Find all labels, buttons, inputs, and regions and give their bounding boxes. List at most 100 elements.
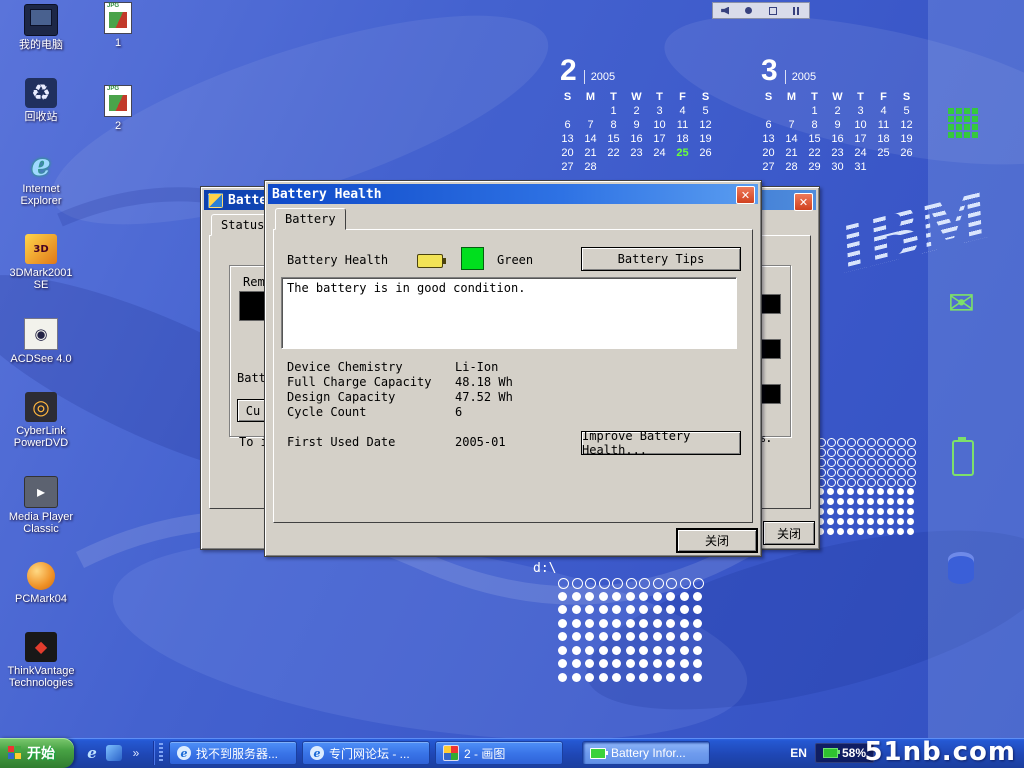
battery-tips-button[interactable]: Battery Tips [581,247,741,271]
desktop-icon-internet-explorer[interactable]: Internet Explorer [6,150,76,207]
icon-label: 1 [115,37,121,49]
dot [639,578,650,589]
dot [847,488,854,495]
dot [847,508,854,515]
dot [897,518,904,525]
dot [837,448,846,457]
dot [964,116,970,122]
dot [867,468,876,477]
close-icon[interactable]: ✕ [736,186,755,204]
calendar-day-header: T [803,91,826,105]
dot [847,468,856,477]
dot [693,592,702,601]
dot [837,518,844,525]
desktop: IBM ✉ d:\ 2 2005 SMTWTFS1234567891011121… [0,0,1024,768]
window-title: Battery Health [272,187,382,202]
desktop-icon-media-player-classic[interactable]: Media Player Classic [6,476,76,535]
desktop-icon-my-computer[interactable]: 我的电脑 [6,4,76,51]
desktop-icon-jpg-file-1[interactable]: 1 [83,2,153,49]
dot [887,478,896,487]
close-button[interactable]: 关闭 [677,529,757,552]
dot [837,478,846,487]
dot [558,605,567,614]
dot [827,488,834,495]
dot [837,508,844,515]
calendar-day: 22 [803,147,826,161]
calendar-today [757,105,780,119]
language-indicator[interactable]: EN [790,746,807,760]
calendar-day: 9 [625,119,648,133]
dot [599,578,610,589]
speaker-icon[interactable] [721,7,729,15]
task-paint[interactable]: 2 - 画图 [435,741,563,765]
desktop-icon-acdsee[interactable]: ACDSee 4.0 [6,318,76,365]
window-titlebar[interactable]: Battery Health ✕ [268,184,758,204]
calendar-day: 24 [849,147,872,161]
field-label: Full Charge Capacity [287,375,455,390]
desktop-icon-jpg-file-2[interactable]: 2 [83,85,153,132]
calendar-day: 17 [648,133,671,147]
desktop-icon-3dmark2001-se[interactable]: 3DMark2001 SE [6,234,76,291]
dot [653,605,662,614]
dot [585,592,594,601]
status-dot-icon[interactable] [745,7,752,14]
calendar-day: 3 [648,105,671,119]
icon-label: 回收站 [25,111,58,123]
battery-field-row: Design Capacity47.52 Wh [287,390,737,405]
calendar-february: 2 2005 SMTWTFS12345678910111213141516171… [556,54,726,175]
task-forum[interactable]: 专门网论坛 - ... [302,741,430,765]
ie-icon [310,746,324,760]
dot [972,116,978,122]
window-icon[interactable] [769,7,777,15]
calendar-day [671,161,694,175]
dot [572,578,583,589]
calendar-day-header: T [849,91,872,105]
dot [867,448,876,457]
desktop-icon-thinkvantage[interactable]: ThinkVantage Technologies [6,632,76,689]
dot [867,478,876,487]
calendar-day-header: T [602,91,625,105]
dot [827,458,836,467]
dot [558,592,567,601]
calendar-day [625,161,648,175]
dot [693,632,702,641]
dot [572,659,581,668]
taskbar-grip[interactable] [159,743,163,763]
media-quicklaunch-icon[interactable] [106,745,122,761]
dot [857,498,864,505]
ie-icon [177,746,191,760]
desktop-icon-recycle-bin[interactable]: 回收站 [6,78,76,123]
dot [558,632,567,641]
chevron-right-icon[interactable]: » [128,745,144,761]
dot [897,448,906,457]
dot [887,508,894,515]
task-ie-server[interactable]: 找不到服务器... [169,741,297,765]
dot [857,438,866,447]
start-button[interactable]: 开始 [0,738,74,768]
dot [680,578,691,589]
dot [877,518,884,525]
dot [867,508,874,515]
task-battery[interactable]: Battery Infor... [582,741,710,765]
close-icon[interactable]: ✕ [794,193,813,211]
dot [680,673,689,682]
ie-quicklaunch-icon[interactable]: e [84,745,100,761]
dot [867,518,874,525]
close-button-back[interactable]: 关闭 [763,521,815,545]
file-icons: 12 [96,2,140,132]
battery-gauge-2 [761,339,781,359]
desktop-mini-toolbar[interactable] [712,2,810,19]
bars-icon[interactable] [793,7,801,15]
desktop-icon-pcmark04[interactable]: PCMark04 [6,562,76,605]
desktop-icon-cyberlink-powerdvd[interactable]: CyberLink PowerDVD [6,392,76,449]
field-value: 48.18 Wh [455,375,513,389]
dot [680,632,689,641]
dot [599,619,608,628]
calendar-day: 21 [780,147,803,161]
improve-battery-health-button[interactable]: Improve Battery Health... [581,431,741,455]
tab-battery[interactable]: Battery [275,208,346,230]
dot [827,528,834,535]
dot [857,468,866,477]
dot [907,448,916,457]
dot [626,673,635,682]
